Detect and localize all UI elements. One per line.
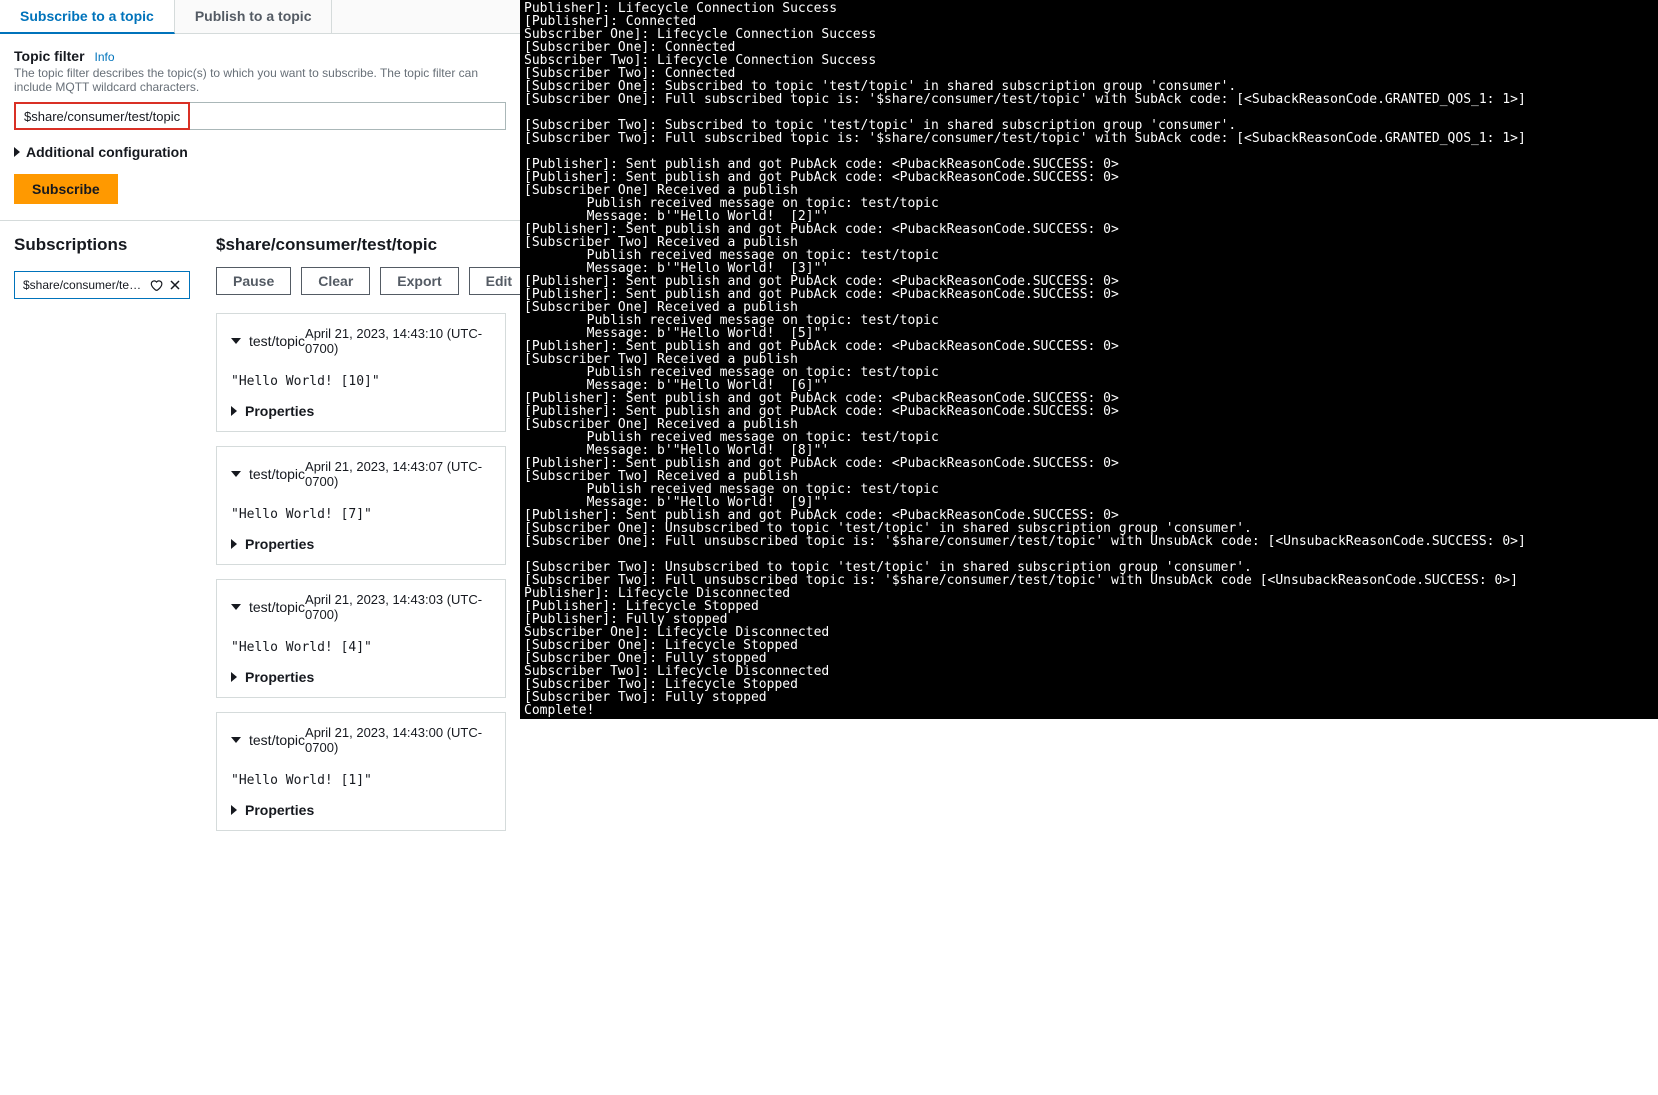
message-timestamp: April 21, 2023, 14:43:03 (UTC-0700) bbox=[305, 592, 491, 622]
message-topic: test/topic bbox=[249, 599, 305, 615]
message-body: "Hello World! [10]" bbox=[217, 364, 505, 395]
message-card: test/topicApril 21, 2023, 14:43:03 (UTC-… bbox=[216, 579, 506, 698]
caret-down-icon bbox=[231, 604, 241, 610]
subscription-item[interactable]: $share/consumer/test/topic bbox=[14, 271, 190, 299]
message-body: "Hello World! [1]" bbox=[217, 763, 505, 794]
close-icon[interactable] bbox=[169, 279, 181, 291]
message-properties-toggle[interactable]: Properties bbox=[217, 661, 505, 697]
subscribe-button[interactable]: Subscribe bbox=[14, 174, 118, 204]
message-properties-toggle[interactable]: Properties bbox=[217, 794, 505, 830]
clear-button[interactable]: Clear bbox=[301, 267, 370, 295]
message-timestamp: April 21, 2023, 14:43:10 (UTC-0700) bbox=[305, 326, 491, 356]
message-timestamp: April 21, 2023, 14:43:00 (UTC-0700) bbox=[305, 725, 491, 755]
caret-right-icon bbox=[231, 406, 237, 416]
caret-right-icon bbox=[231, 805, 237, 815]
topic-filter-input[interactable] bbox=[190, 102, 506, 130]
messages-title: $share/consumer/test/topic bbox=[216, 235, 506, 255]
caret-down-icon bbox=[231, 471, 241, 477]
tab-subscribe[interactable]: Subscribe to a topic bbox=[0, 0, 175, 34]
message-properties-label: Properties bbox=[245, 536, 314, 552]
message-card: test/topicApril 21, 2023, 14:43:10 (UTC-… bbox=[216, 313, 506, 432]
message-topic-toggle[interactable]: test/topic bbox=[231, 466, 305, 482]
message-body: "Hello World! [4]" bbox=[217, 630, 505, 661]
message-properties-label: Properties bbox=[245, 403, 314, 419]
message-properties-toggle[interactable]: Properties bbox=[217, 528, 505, 564]
export-button[interactable]: Export bbox=[380, 267, 458, 295]
subscription-item-label: $share/consumer/test/topic bbox=[23, 278, 145, 292]
terminal-below-blank bbox=[520, 719, 1658, 1095]
message-body: "Hello World! [7]" bbox=[217, 497, 505, 528]
message-card: test/topicApril 21, 2023, 14:43:07 (UTC-… bbox=[216, 446, 506, 565]
additional-configuration-toggle[interactable]: Additional configuration bbox=[14, 144, 506, 160]
message-topic-toggle[interactable]: test/topic bbox=[231, 732, 305, 748]
tab-publish[interactable]: Publish to a topic bbox=[175, 0, 333, 33]
heart-icon[interactable] bbox=[149, 278, 163, 292]
subscriptions-title: Subscriptions bbox=[14, 235, 190, 255]
message-topic: test/topic bbox=[249, 732, 305, 748]
topic-filter-label: Topic filter bbox=[14, 48, 85, 64]
message-timestamp: April 21, 2023, 14:43:07 (UTC-0700) bbox=[305, 459, 491, 489]
caret-right-icon bbox=[231, 672, 237, 682]
message-properties-label: Properties bbox=[245, 802, 314, 818]
caret-down-icon bbox=[231, 338, 241, 344]
terminal-output: Publisher]: Lifecycle Connection Success… bbox=[520, 0, 1658, 719]
caret-right-icon bbox=[231, 539, 237, 549]
message-properties-label: Properties bbox=[245, 669, 314, 685]
message-card: test/topicApril 21, 2023, 14:43:00 (UTC-… bbox=[216, 712, 506, 831]
pause-button[interactable]: Pause bbox=[216, 267, 291, 295]
message-topic-toggle[interactable]: test/topic bbox=[231, 333, 305, 349]
edit-button[interactable]: Edit bbox=[469, 267, 520, 295]
message-topic-toggle[interactable]: test/topic bbox=[231, 599, 305, 615]
tabs: Subscribe to a topic Publish to a topic bbox=[0, 0, 520, 34]
topic-filter-value-highlight: $share/consumer/test/topic bbox=[14, 102, 190, 130]
info-link[interactable]: Info bbox=[95, 50, 115, 64]
caret-right-icon bbox=[14, 147, 20, 157]
message-topic: test/topic bbox=[249, 466, 305, 482]
topic-filter-desc: The topic filter describes the topic(s) … bbox=[14, 66, 506, 94]
caret-down-icon bbox=[231, 737, 241, 743]
additional-configuration-label: Additional configuration bbox=[26, 144, 188, 160]
message-topic: test/topic bbox=[249, 333, 305, 349]
message-properties-toggle[interactable]: Properties bbox=[217, 395, 505, 431]
